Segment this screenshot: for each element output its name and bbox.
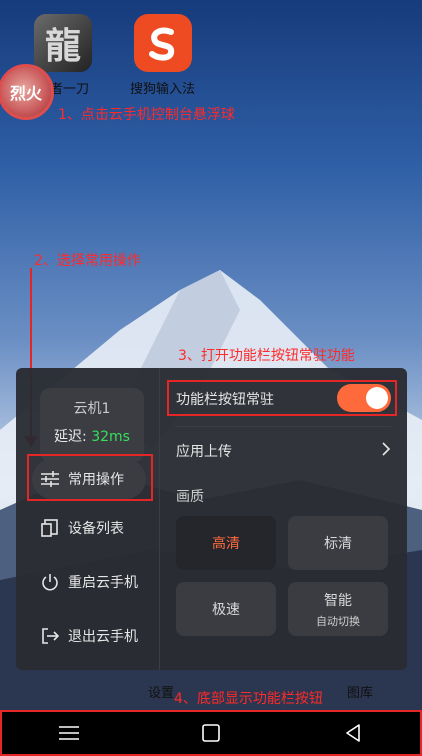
quality-option-sublabel: 自动切换 — [316, 614, 360, 628]
latency-label: 延迟: — [54, 429, 87, 445]
exit-icon — [40, 626, 60, 646]
quality-option-label: 极速 — [212, 602, 240, 618]
quality-hd-button[interactable]: 高清 — [176, 516, 276, 570]
device-list-icon — [40, 518, 60, 538]
highlight-common-ops — [27, 454, 153, 501]
divider — [176, 426, 391, 427]
quality-heading: 画质 — [176, 489, 204, 505]
annotation-step2: 2、选择常用操作 — [34, 253, 141, 269]
chevron-right-icon — [381, 442, 391, 460]
menu-label: 退出云手机 — [68, 629, 138, 645]
quality-option-label: 高清 — [212, 536, 240, 552]
wangzhe-app-icon: 龍 — [34, 14, 92, 72]
annotation-step4: 4、底部显示功能栏按钮 — [174, 691, 323, 707]
quality-sd-button[interactable]: 标清 — [288, 516, 388, 570]
power-icon — [40, 572, 60, 592]
device-card: 云机1 延迟: 32ms — [40, 388, 144, 462]
highlight-navbar — [0, 710, 422, 756]
device-name: 云机1 — [73, 401, 111, 417]
latency-readout: 延迟: 32ms — [40, 426, 144, 446]
floating-ball-text: 烈火 — [9, 84, 42, 103]
quality-fast-button[interactable]: 极速 — [176, 582, 276, 636]
latency-value: 32ms — [91, 429, 130, 445]
quality-option-label: 标清 — [324, 536, 352, 552]
app-label: 搜狗输入法 — [130, 82, 196, 97]
sogou-app-icon — [133, 14, 192, 72]
quality-smart-button[interactable]: 智能 自动切换 — [288, 582, 388, 636]
upload-row[interactable]: 应用上传 — [176, 436, 391, 466]
annotation-step1: 1、点击云手机控制台悬浮球 — [58, 107, 235, 123]
menu-restart[interactable]: 重启云手机 — [40, 562, 152, 602]
floating-ball-button[interactable]: 烈火 — [0, 64, 54, 120]
dock-label-gallery: 图库 — [347, 686, 374, 701]
app-sogou[interactable]: 搜狗输入法 — [130, 14, 195, 97]
highlight-toolbar-pin — [167, 380, 397, 416]
quality-option-label: 智能 — [324, 592, 352, 609]
annotation-step3: 3、打开功能栏按钮常驻功能 — [178, 348, 355, 364]
menu-label: 重启云手机 — [68, 575, 138, 591]
menu-device-list[interactable]: 设备列表 — [40, 508, 152, 548]
dock-label-settings: 设置 — [148, 686, 175, 701]
upload-label: 应用上传 — [176, 444, 232, 460]
menu-exit[interactable]: 退出云手机 — [40, 616, 152, 656]
panel-sidebar: 云机1 延迟: 32ms 常用操作 设备列表 重启云手机 退出云手机 — [16, 368, 160, 670]
menu-label: 设备列表 — [68, 521, 124, 537]
